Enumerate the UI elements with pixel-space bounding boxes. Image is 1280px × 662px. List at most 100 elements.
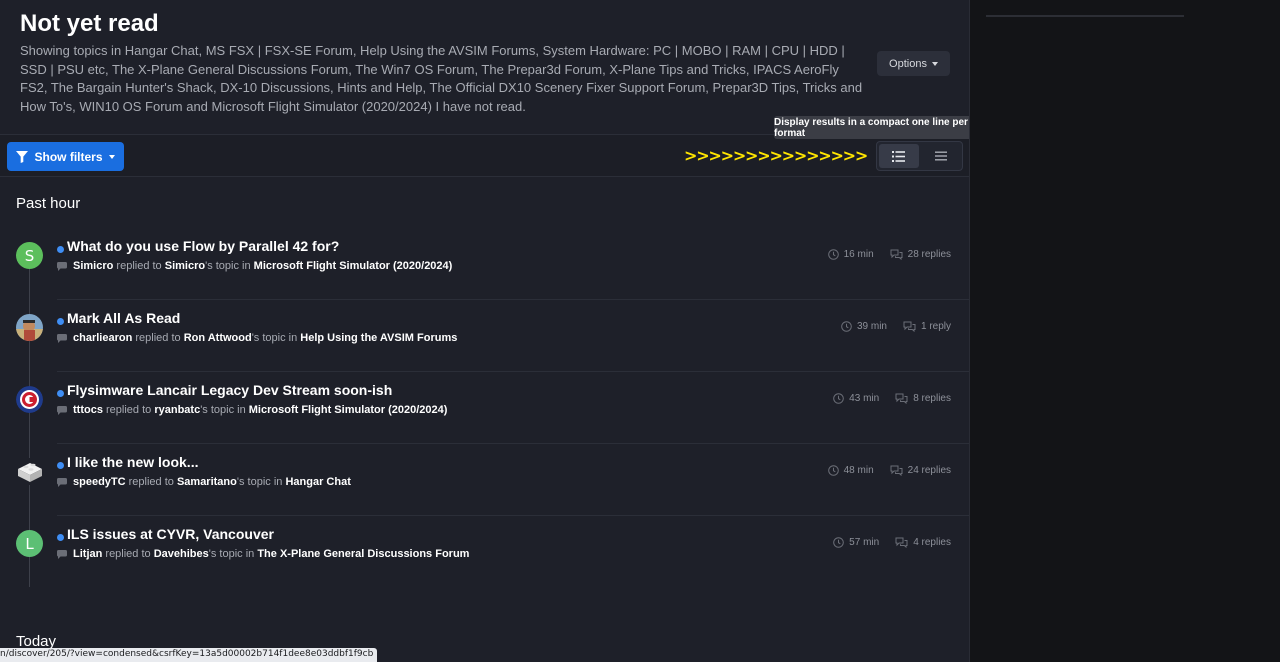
topic-owner-link[interactable]: Davehibes	[154, 548, 209, 560]
caret-down-icon	[108, 154, 115, 159]
view-toggle	[876, 141, 963, 171]
topic-stats: 39 min 1 reply	[841, 321, 951, 332]
avatar[interactable]	[16, 314, 43, 341]
unread-dot-icon	[57, 390, 64, 397]
topic-item[interactable]: Mark All As Read charliearon replied to …	[0, 300, 969, 372]
avatar[interactable]: L	[16, 530, 43, 557]
avatar-photo	[16, 314, 43, 341]
topic-stats: 16 min 28 replies	[827, 249, 951, 260]
topic-meta: charliearon replied to Ron Attwood's top…	[57, 332, 457, 344]
replies-value: 8 replies	[913, 393, 951, 404]
comment-icon	[57, 261, 67, 271]
topic-title[interactable]: ILS issues at CYVR, Vancouver	[67, 526, 274, 542]
replies-stat: 8 replies	[895, 393, 951, 404]
filter-bar: Show filters >>>>>>>>>>>>>>>	[0, 134, 969, 177]
replied-to-text: replied to	[125, 476, 177, 488]
topic-owner-link[interactable]: Simicro	[165, 260, 205, 272]
page-description: Showing topics in Hangar Chat, MS FSX | …	[20, 43, 863, 114]
comment-icon	[57, 477, 67, 487]
topic-stats: 57 min 4 replies	[833, 537, 951, 548]
replies-value: 24 replies	[907, 465, 951, 476]
reply-author-link[interactable]: Litjan	[73, 548, 102, 560]
lego-brick-icon	[16, 458, 43, 485]
right-sidebar	[970, 0, 1280, 662]
avatar[interactable]	[16, 386, 43, 413]
expanded-view-button[interactable]	[879, 144, 919, 168]
reply-author-link[interactable]: speedyTC	[73, 476, 126, 488]
clock-icon	[827, 249, 839, 260]
topic-title[interactable]: Flysimware Lancair Legacy Dev Stream soo…	[67, 382, 392, 398]
topic-in-text: 's topic in	[236, 476, 286, 488]
replied-to-text: replied to	[132, 332, 184, 344]
forum-link[interactable]: Help Using the AVSIM Forums	[300, 332, 457, 344]
forum-link[interactable]: The X-Plane General Discussions Forum	[257, 548, 469, 560]
topic-owner-link[interactable]: Samaritano	[177, 476, 237, 488]
avatar[interactable]	[16, 458, 43, 485]
forum-link[interactable]: Microsoft Flight Simulator (2020/2024)	[254, 260, 453, 272]
options-button[interactable]: Options	[877, 51, 950, 76]
topic-meta: Litjan replied to Davehibes's topic in T…	[57, 548, 469, 560]
avatar[interactable]: S	[16, 242, 43, 269]
topic-stats: 43 min 8 replies	[833, 393, 951, 404]
time-value: 48 min	[843, 465, 874, 476]
comment-icon	[57, 405, 67, 415]
unread-dot-icon	[57, 462, 64, 469]
annotation-arrows: >>>>>>>>>>>>>>>	[684, 146, 868, 165]
page-title: Not yet read	[20, 10, 159, 37]
filter-icon	[16, 150, 29, 163]
comments-icon	[895, 393, 908, 404]
topic-meta: tttocs replied to ryanbatc's topic in Mi…	[57, 404, 447, 416]
list-condensed-icon	[935, 151, 948, 161]
topic-title[interactable]: Mark All As Read	[67, 310, 180, 326]
replies-value: 1 reply	[920, 321, 951, 332]
clock-icon	[841, 321, 852, 332]
show-filters-label: Show filters	[34, 149, 103, 164]
replies-stat: 1 reply	[903, 321, 951, 332]
show-filters-button[interactable]: Show filters	[7, 142, 124, 171]
list-expanded-icon	[892, 150, 906, 162]
topic-title[interactable]: I like the new look...	[67, 454, 198, 470]
condensed-view-button[interactable]	[921, 142, 962, 170]
forum-link[interactable]: Hangar Chat	[285, 476, 350, 488]
unread-dot-icon	[57, 318, 64, 325]
topic-item[interactable]: L ILS issues at CYVR, Vancouver Litjan r…	[0, 516, 969, 588]
time-value: 16 min	[843, 249, 874, 260]
comment-icon	[57, 549, 67, 559]
topic-owner-link[interactable]: Ron Attwood	[184, 332, 252, 344]
topic-in-text: 's topic in	[205, 260, 254, 272]
browser-status-bar: n/discover/205/?view=condensed&csrfKey=1…	[0, 648, 378, 662]
unread-dot-icon	[57, 534, 64, 541]
replies-stat: 28 replies	[890, 249, 951, 260]
time-value: 43 min	[849, 393, 880, 404]
view-tooltip: Display results in a compact one line pe…	[774, 116, 969, 139]
topic-title[interactable]: What do you use Flow by Parallel 42 for?	[67, 238, 339, 254]
replied-to-text: replied to	[102, 404, 155, 416]
reply-author-link[interactable]: Simicro	[73, 260, 113, 272]
clock-icon	[833, 393, 844, 404]
replies-value: 4 replies	[913, 537, 951, 548]
sidebar-divider	[986, 15, 1184, 17]
topic-owner-link[interactable]: ryanbatc	[154, 404, 200, 416]
unread-dot-icon	[57, 246, 64, 253]
reply-author-link[interactable]: charliearon	[73, 332, 132, 344]
comments-icon	[895, 537, 908, 548]
caret-down-icon	[931, 61, 938, 66]
topic-in-text: 's topic in	[200, 404, 249, 416]
replies-stat: 24 replies	[890, 465, 951, 476]
reply-author-link[interactable]: tttocs	[73, 404, 103, 416]
comment-icon	[57, 333, 67, 343]
topic-in-text: 's topic in	[208, 548, 258, 560]
time-value: 39 min	[856, 321, 887, 332]
topic-item[interactable]: S What do you use Flow by Parallel 42 fo…	[0, 228, 969, 300]
time-stat: 43 min	[833, 393, 879, 404]
main-content: Not yet read Showing topics in Hangar Ch…	[0, 0, 970, 662]
comments-icon	[890, 249, 903, 260]
topic-item[interactable]: Flysimware Lancair Legacy Dev Stream soo…	[0, 372, 969, 444]
topic-in-text: 's topic in	[251, 332, 301, 344]
forum-link[interactable]: Microsoft Flight Simulator (2020/2024)	[249, 404, 448, 416]
topic-item[interactable]: I like the new look... speedyTC replied …	[0, 444, 969, 516]
cubs-logo-icon	[16, 386, 43, 413]
replied-to-text: replied to	[102, 548, 154, 560]
time-stat: 39 min	[841, 321, 887, 332]
clock-icon	[827, 465, 839, 476]
